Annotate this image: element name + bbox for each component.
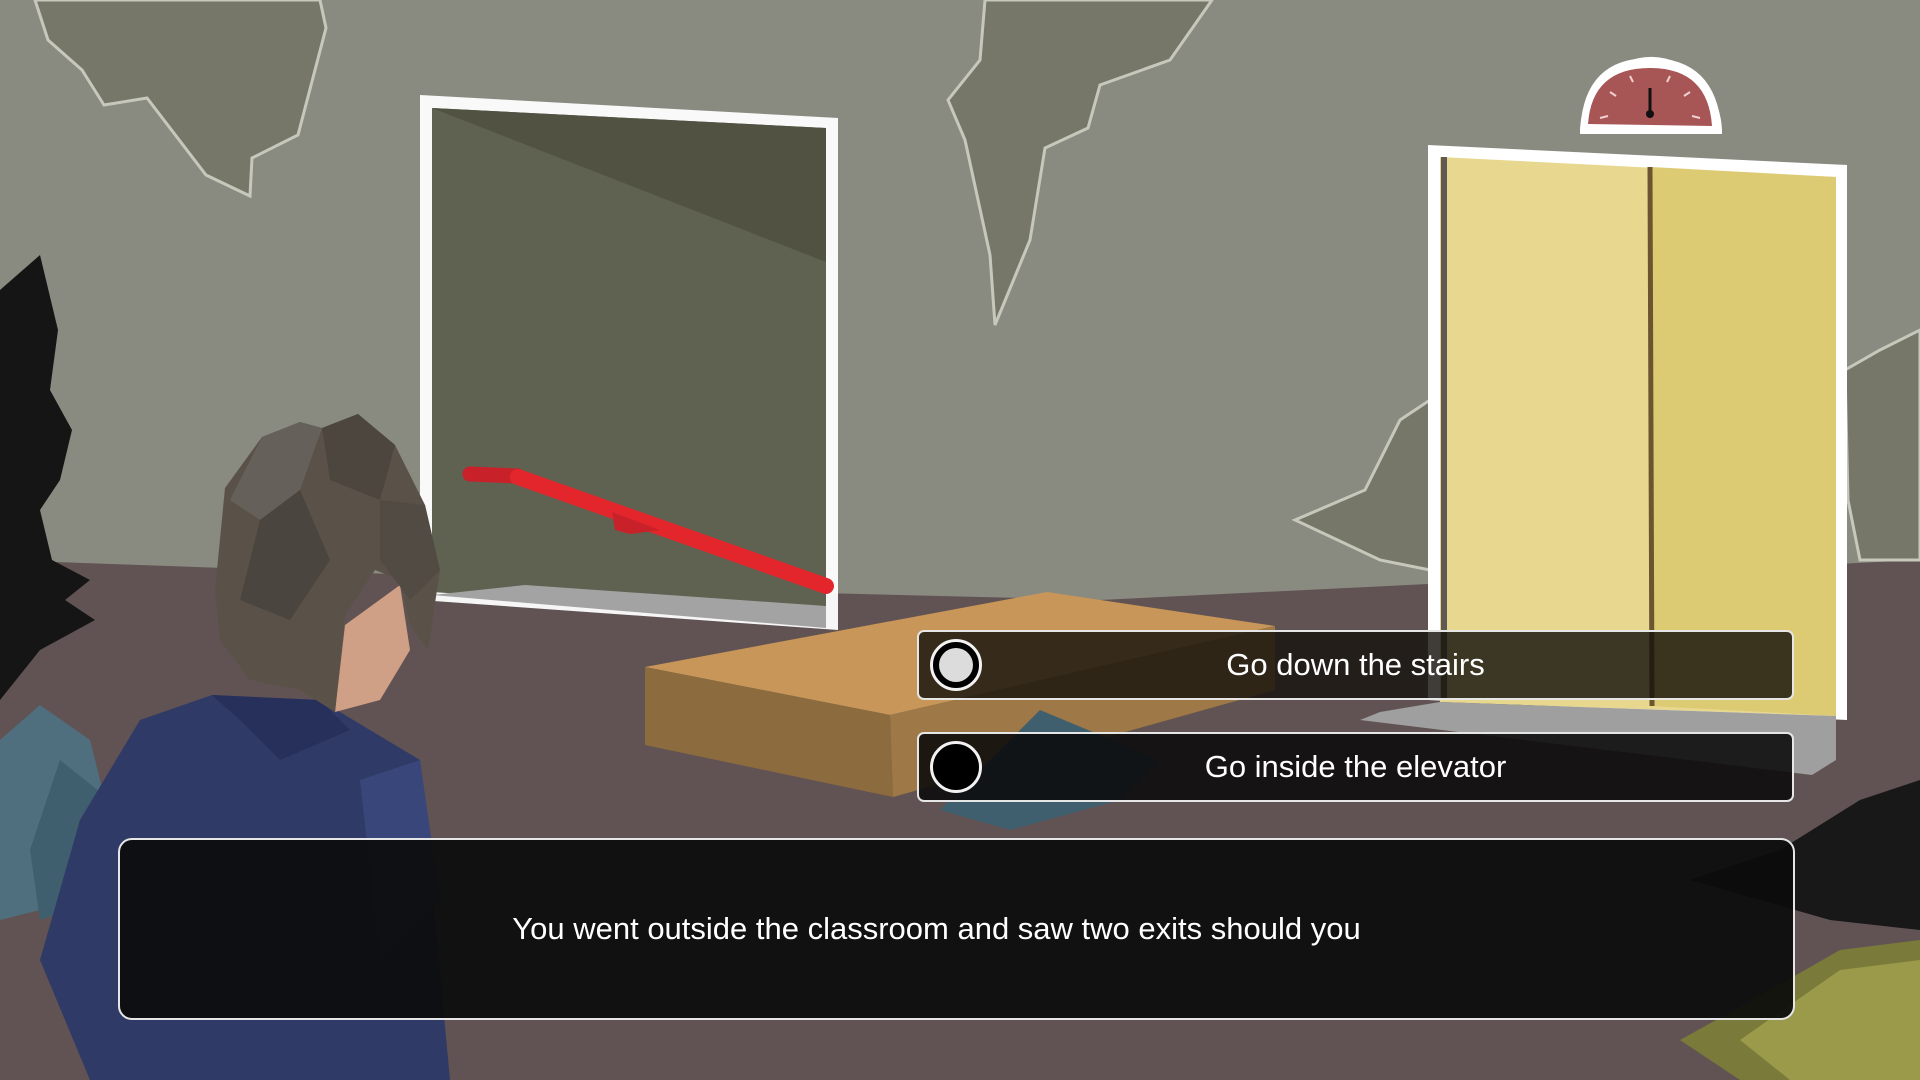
radio-unselected-icon[interactable]: [930, 741, 982, 793]
choice-go-down-stairs[interactable]: Go down the stairs: [917, 630, 1794, 700]
dialogue-box: You went outside the classroom and saw t…: [118, 838, 1795, 1020]
stairs-doorway: [420, 95, 838, 630]
radio-selected-icon[interactable]: [930, 639, 982, 691]
dialogue-text: You went outside the classroom and saw t…: [512, 911, 1361, 946]
choice-label: Go down the stairs: [1226, 647, 1485, 682]
choice-label: Go inside the elevator: [1204, 749, 1507, 784]
radio-dot: [939, 648, 973, 682]
choice-go-inside-elevator[interactable]: Go inside the elevator: [917, 732, 1794, 802]
